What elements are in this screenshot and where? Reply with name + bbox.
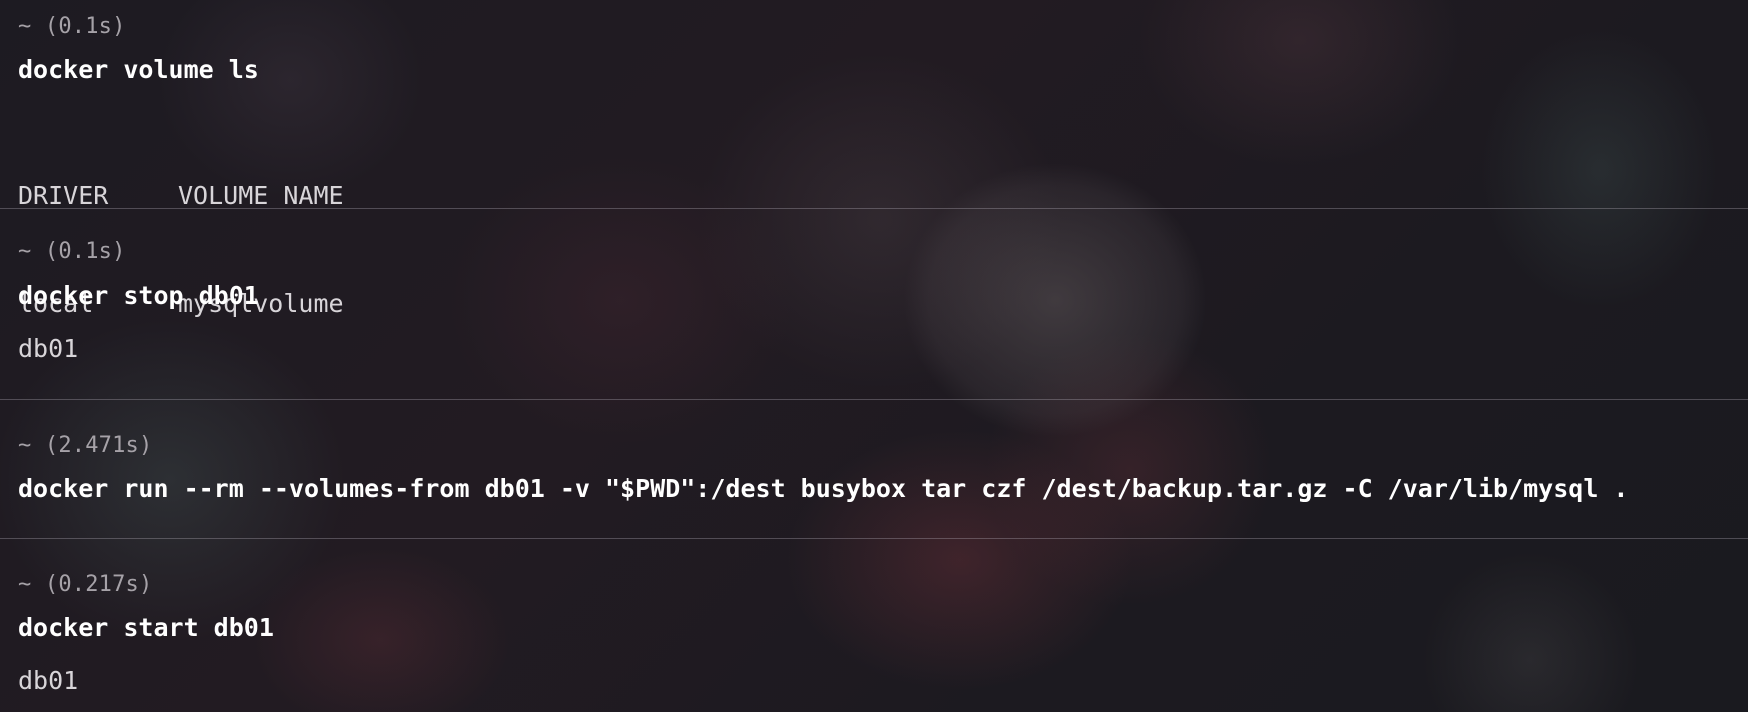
command-output: db01	[18, 334, 79, 363]
command-text[interactable]: docker volume ls	[18, 55, 259, 84]
terminal-window[interactable]: ~ (0.1s) docker volume ls DRIVER VOLUME …	[0, 0, 1748, 712]
prompt-duration: ~ (0.1s)	[18, 239, 126, 264]
command-block[interactable]: ~ (0.217s) docker start db01 db01	[0, 539, 1748, 712]
terminal-output[interactable]: ~ (0.1s) docker volume ls DRIVER VOLUME …	[0, 0, 1748, 712]
command-text[interactable]: docker stop db01	[18, 281, 259, 310]
command-text[interactable]: docker start db01	[18, 613, 274, 642]
command-block[interactable]: ~ (0.1s) docker volume ls DRIVER VOLUME …	[0, 0, 1748, 318]
prompt-duration: ~ (2.471s)	[18, 433, 153, 458]
command-block[interactable]: ~ (0.1s) docker stop db01 db01	[0, 209, 1748, 399]
command-output: db01	[18, 666, 79, 695]
prompt-duration: ~ (0.1s)	[18, 14, 126, 39]
prompt-duration: ~ (0.217s)	[18, 572, 153, 597]
command-block[interactable]: ~ (2.471s) docker run --rm --volumes-fro…	[0, 400, 1748, 538]
command-text[interactable]: docker run --rm --volumes-from db01 -v "…	[18, 474, 1629, 503]
